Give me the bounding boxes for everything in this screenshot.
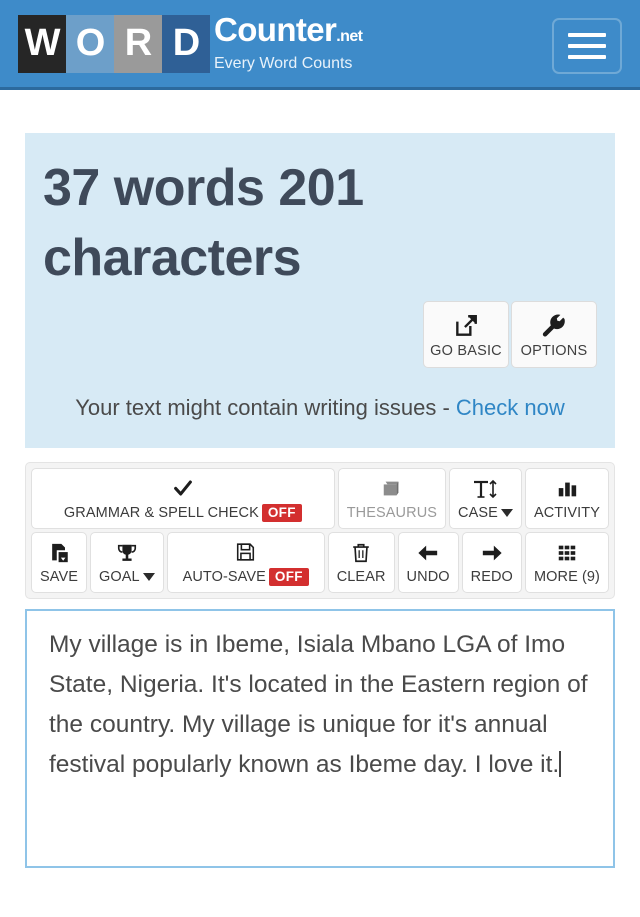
redo-label: REDO [471,569,513,585]
grammar-spell-check-label: GRAMMAR & SPELL CHECK OFF [64,504,302,522]
chevron-down-icon [500,509,513,517]
case-label: CASE [458,505,513,521]
brand-tld: .net [336,27,363,45]
floppy-disk-icon [234,539,257,565]
redo-text: REDO [470,569,513,585]
go-basic-label: GO BASIC [430,343,502,359]
undo-text: UNDO [406,569,450,585]
bar-chart-icon [555,476,579,502]
more-text: MORE (9) [533,569,600,585]
auto-save-status-badge: OFF [268,568,309,586]
logo-tile-d: D [162,14,210,73]
brand-name: Counter.net [214,10,363,53]
thesaurus-label: THESAURUS [347,505,437,521]
editor-toolbar: GRAMMAR & SPELL CHECK OFF THESAURUS CASE… [25,462,615,599]
editor-value: My village is in Ibeme, Isiala Mbano LGA… [49,631,595,778]
case-button[interactable]: CASE [449,468,522,529]
logo-tile-r: R [114,14,162,73]
site-header: W O R D Counter.net Every Word Counts [0,0,640,90]
logo-tiles: W O R D [18,14,210,73]
arrow-right-icon [480,540,504,566]
activity-label: ACTIVITY [534,505,600,521]
trash-icon [350,540,372,566]
clear-label: CLEAR [337,569,386,585]
writing-issues-notice: Your text might contain writing issues -… [43,390,597,426]
check-now-link[interactable]: Check now [456,395,565,420]
grammar-status-badge: OFF [261,504,302,522]
grid-icon [555,540,579,566]
logo-wordmark: Counter.net Every Word Counts [214,10,363,73]
text-cursor [559,751,562,777]
text-editor[interactable]: My village is in Ibeme, Isiala Mbano LGA… [25,609,615,868]
toolbar-row-1: GRAMMAR & SPELL CHECK OFF THESAURUS CASE… [31,468,609,529]
checkmark-icon [171,475,195,501]
goal-text: GOAL [99,569,140,585]
arrow-left-icon [416,540,440,566]
word-character-count: 37 words 201 characters [43,159,364,287]
thesaurus-button[interactable]: THESAURUS [337,468,447,529]
text-case-icon [471,476,499,502]
book-icon [380,476,404,502]
undo-label: UNDO [407,569,450,585]
toolbar-row-2: SAVE GOAL AUTO-SAVE OFF CLEAR UNDO REDO … [31,532,609,593]
hamburger-bar [568,33,606,37]
save-label: SAVE [40,569,78,585]
grammar-spell-check-text: GRAMMAR & SPELL CHECK [63,505,259,521]
chevron-down-icon [142,573,155,581]
activity-button[interactable]: ACTIVITY [524,468,609,529]
site-logo[interactable]: W O R D Counter.net Every Word Counts [18,10,363,73]
activity-text: ACTIVITY [533,505,600,521]
redo-button[interactable]: REDO [461,532,522,593]
undo-button[interactable]: UNDO [397,532,459,593]
wrench-icon [516,311,592,341]
thesaurus-text: THESAURUS [346,505,438,521]
editor-content[interactable]: My village is in Ibeme, Isiala Mbano LGA… [49,625,591,785]
go-basic-button[interactable]: GO BASIC [423,301,509,368]
auto-save-button[interactable]: AUTO-SAVE OFF [166,532,325,593]
more-label: MORE (9) [534,569,600,585]
stats-action-buttons: GO BASIC OPTIONS [43,301,597,368]
hamburger-bar [568,55,606,59]
logo-tile-w: W [18,14,66,73]
clear-text: CLEAR [336,569,386,585]
options-label: OPTIONS [520,343,588,359]
hamburger-menu-icon[interactable] [552,18,622,74]
goal-label: GOAL [99,569,155,585]
options-button[interactable]: OPTIONS [511,301,597,368]
auto-save-text: AUTO-SAVE [182,569,266,585]
save-download-icon [48,540,71,566]
auto-save-label: AUTO-SAVE OFF [183,568,309,586]
hamburger-bar [568,44,606,48]
grammar-spell-check-button[interactable]: GRAMMAR & SPELL CHECK OFF [31,468,335,529]
trophy-icon [115,540,139,566]
external-link-icon [428,311,504,341]
stats-panel: 37 words 201 characters GO BASIC OPTIONS… [25,133,615,448]
brand-text: Counter [214,10,337,48]
save-text: SAVE [40,569,79,585]
case-text: CASE [458,505,498,521]
save-button[interactable]: SAVE [31,532,88,593]
brand-tagline: Every Word Counts [214,54,353,72]
more-button[interactable]: MORE (9) [524,532,609,593]
logo-tile-o: O [66,14,114,73]
clear-button[interactable]: CLEAR [327,532,395,593]
goal-button[interactable]: GOAL [90,532,164,593]
writing-issues-text: Your text might contain writing issues - [75,395,456,420]
